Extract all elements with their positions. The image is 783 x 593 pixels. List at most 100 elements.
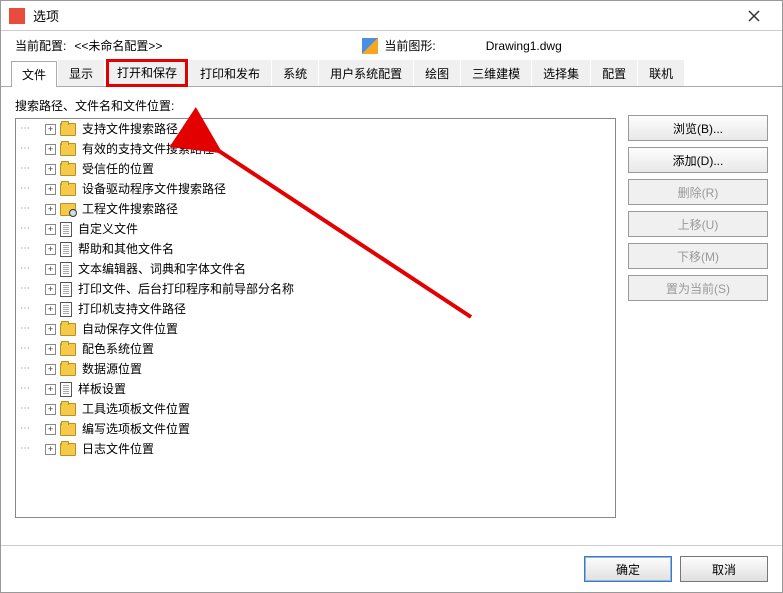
tree-item[interactable]: ⋯+工程文件搜索路径 bbox=[16, 199, 615, 219]
titlebar: 选项 bbox=[1, 1, 782, 31]
tree-dots-icon: ⋯ bbox=[20, 380, 29, 398]
tree-dots-icon: ⋯ bbox=[20, 400, 29, 418]
expand-icon[interactable]: + bbox=[45, 144, 56, 155]
tab-print-publish[interactable]: 打印和发布 bbox=[189, 60, 271, 86]
expand-icon[interactable]: + bbox=[45, 364, 56, 375]
tree-item[interactable]: ⋯+文本编辑器、词典和字体文件名 bbox=[16, 259, 615, 279]
side-button-column: 浏览(B)... 添加(D)... 删除(R) 上移(U) 下移(M) 置为当前… bbox=[628, 97, 768, 535]
expand-icon[interactable]: + bbox=[45, 284, 56, 295]
folder-icon bbox=[60, 423, 76, 436]
doc-icon bbox=[60, 382, 72, 397]
tree-item[interactable]: ⋯ + 日志文件位置 bbox=[16, 439, 615, 459]
tab-open-save[interactable]: 打开和保存 bbox=[106, 59, 188, 87]
tree-item[interactable]: ⋯+编写选项板文件位置 bbox=[16, 419, 615, 439]
folder-icon bbox=[60, 123, 76, 136]
tree-item[interactable]: ⋯ + 配色系统位置 bbox=[16, 339, 615, 359]
tree-item[interactable]: ⋯ + 数据源位置 bbox=[16, 359, 615, 379]
close-button[interactable] bbox=[734, 1, 774, 31]
doc-icon bbox=[60, 282, 72, 297]
tree-dots-icon: ⋯ bbox=[20, 440, 29, 458]
content-area: 搜索路径、文件名和文件位置: ⋯+支持文件搜索路径⋯+有效的支持文件搜索路径⋯+… bbox=[1, 87, 782, 545]
tree-item-label: 样板设置 bbox=[78, 380, 126, 398]
tab-profiles[interactable]: 配置 bbox=[591, 60, 637, 86]
tree-item-label: 打印文件、后台打印程序和前导部分名称 bbox=[78, 280, 294, 298]
tab-3d-modeling[interactable]: 三维建模 bbox=[461, 60, 531, 86]
setcurrent-button: 置为当前(S) bbox=[628, 275, 768, 301]
tree-item-label: 数据源位置 bbox=[82, 360, 142, 378]
tree-item-label: 自动保存文件位置 bbox=[82, 320, 178, 338]
tab-online[interactable]: 联机 bbox=[638, 60, 684, 86]
tree-item-label: 打印机支持文件路径 bbox=[78, 300, 186, 318]
tree-dots-icon: ⋯ bbox=[20, 140, 29, 158]
current-drawing-label: 当前图形: bbox=[384, 37, 435, 54]
folder-icon bbox=[60, 343, 76, 356]
tree-item[interactable]: ⋯+受信任的位置 bbox=[16, 159, 615, 179]
expand-icon[interactable]: + bbox=[45, 384, 56, 395]
drawing-icon bbox=[362, 38, 378, 54]
expand-icon[interactable]: + bbox=[45, 224, 56, 235]
tab-selection[interactable]: 选择集 bbox=[532, 60, 590, 86]
folder-icon bbox=[60, 183, 76, 196]
tree-item-label: 设备驱动程序文件搜索路径 bbox=[82, 180, 226, 198]
add-button[interactable]: 添加(D)... bbox=[628, 147, 768, 173]
options-dialog: 选项 当前配置: <<未命名配置>> 当前图形: Drawing1.dwg 文件… bbox=[0, 0, 783, 593]
browse-button[interactable]: 浏览(B)... bbox=[628, 115, 768, 141]
tree-item[interactable]: ⋯ + 打印机支持文件路径 bbox=[16, 299, 615, 319]
folder-icon bbox=[60, 143, 76, 156]
tree-item-label: 配色系统位置 bbox=[82, 340, 154, 358]
tab-system[interactable]: 系统 bbox=[272, 60, 318, 86]
expand-icon[interactable]: + bbox=[45, 424, 56, 435]
expand-icon[interactable]: + bbox=[45, 404, 56, 415]
expand-icon[interactable]: + bbox=[45, 264, 56, 275]
tree-item[interactable]: ⋯+支持文件搜索路径 bbox=[16, 119, 615, 139]
tree-dots-icon: ⋯ bbox=[20, 420, 29, 438]
tree-dots-icon: ⋯ bbox=[20, 120, 29, 138]
tree-item-label: 日志文件位置 bbox=[82, 440, 154, 458]
expand-icon[interactable]: + bbox=[45, 204, 56, 215]
tab-user-prefs[interactable]: 用户系统配置 bbox=[319, 60, 413, 86]
current-config-label: 当前配置: bbox=[15, 37, 66, 54]
path-tree[interactable]: ⋯+支持文件搜索路径⋯+有效的支持文件搜索路径⋯+受信任的位置⋯+设备驱动程序文… bbox=[15, 118, 616, 518]
tree-item[interactable]: ⋯+帮助和其他文件名 bbox=[16, 239, 615, 259]
tree-item[interactable]: ⋯+有效的支持文件搜索路径 bbox=[16, 139, 615, 159]
expand-icon[interactable]: + bbox=[45, 444, 56, 455]
tree-dots-icon: ⋯ bbox=[20, 360, 29, 378]
expand-icon[interactable]: + bbox=[45, 124, 56, 135]
expand-icon[interactable]: + bbox=[45, 304, 56, 315]
tab-bar: 文件 显示 打开和保存 打印和发布 系统 用户系统配置 绘图 三维建模 选择集 … bbox=[1, 60, 782, 87]
folder-icon bbox=[60, 443, 76, 456]
moveup-button: 上移(U) bbox=[628, 211, 768, 237]
tree-item[interactable]: ⋯+打印文件、后台打印程序和前导部分名称 bbox=[16, 279, 615, 299]
current-config-value: <<未命名配置>> bbox=[74, 37, 162, 54]
tree-item[interactable]: ⋯ + 设备驱动程序文件搜索路径 bbox=[16, 179, 615, 199]
expand-icon[interactable]: + bbox=[45, 344, 56, 355]
folder-icon bbox=[60, 363, 76, 376]
tab-drafting[interactable]: 绘图 bbox=[414, 60, 460, 86]
tree-item[interactable]: ⋯+工具选项板文件位置 bbox=[16, 399, 615, 419]
tree-dots-icon: ⋯ bbox=[20, 300, 29, 318]
expand-icon[interactable]: + bbox=[45, 324, 56, 335]
tree-item[interactable]: ⋯ + 样板设置 bbox=[16, 379, 615, 399]
dialog-buttons: 确定 取消 bbox=[1, 545, 782, 592]
ok-button[interactable]: 确定 bbox=[584, 556, 672, 582]
expand-icon[interactable]: + bbox=[45, 244, 56, 255]
tree-item[interactable]: ⋯ + 自动保存文件位置 bbox=[16, 319, 615, 339]
tab-display[interactable]: 显示 bbox=[58, 60, 104, 86]
tree-dots-icon: ⋯ bbox=[20, 180, 29, 198]
tree-dots-icon: ⋯ bbox=[20, 220, 29, 238]
folder-icon bbox=[60, 323, 76, 336]
delete-button: 删除(R) bbox=[628, 179, 768, 205]
doc-icon bbox=[60, 222, 72, 237]
tree-item-label: 帮助和其他文件名 bbox=[78, 240, 174, 258]
cancel-button[interactable]: 取消 bbox=[680, 556, 768, 582]
expand-icon[interactable]: + bbox=[45, 164, 56, 175]
tree-dots-icon: ⋯ bbox=[20, 260, 29, 278]
doc-icon bbox=[60, 302, 72, 317]
tree-dots-icon: ⋯ bbox=[20, 320, 29, 338]
tab-files[interactable]: 文件 bbox=[11, 61, 57, 87]
expand-icon[interactable]: + bbox=[45, 184, 56, 195]
tree-item[interactable]: ⋯+自定义文件 bbox=[16, 219, 615, 239]
tree-item-label: 受信任的位置 bbox=[82, 160, 154, 178]
movedown-button: 下移(M) bbox=[628, 243, 768, 269]
tree-dots-icon: ⋯ bbox=[20, 340, 29, 358]
